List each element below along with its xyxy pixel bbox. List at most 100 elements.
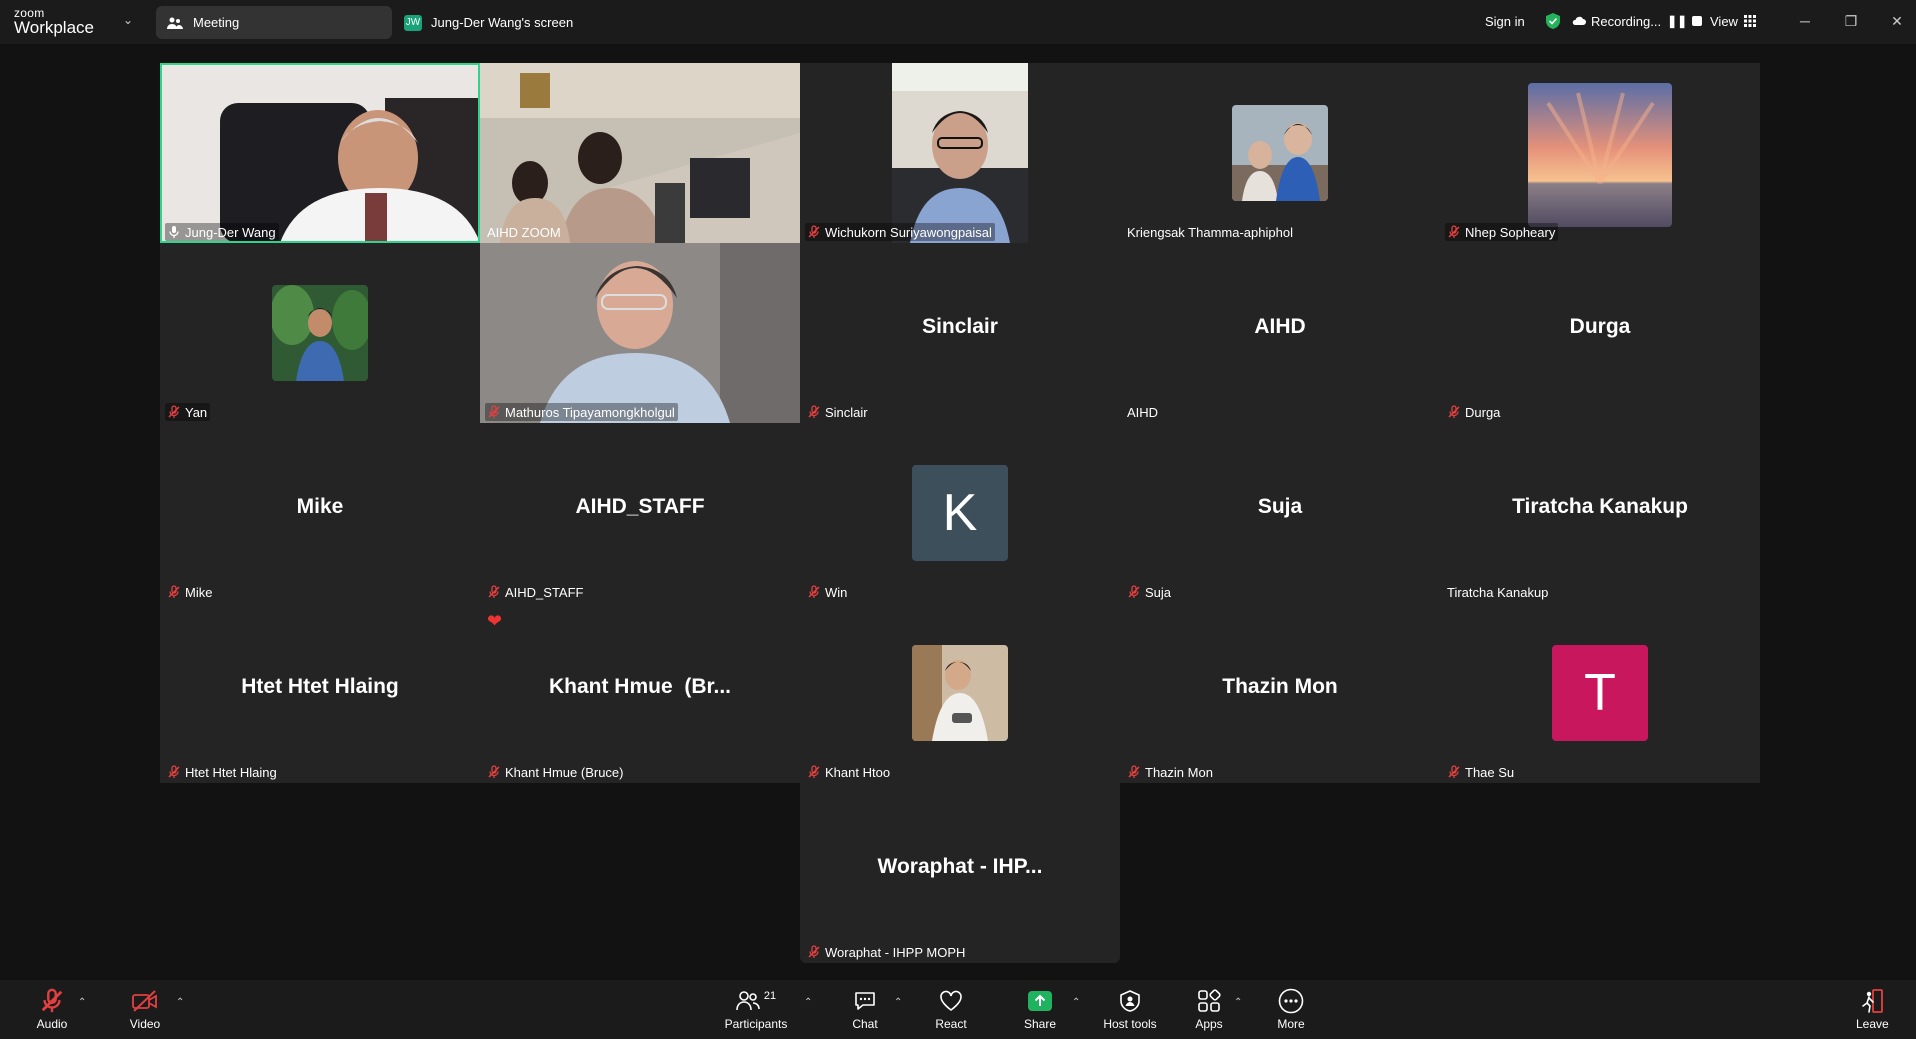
muted-mic-icon (1447, 225, 1461, 239)
participant-tile[interactable]: Jung-Der Wang (160, 63, 480, 243)
share-caret-icon[interactable]: ⌃ (1072, 997, 1080, 1008)
sign-in-link[interactable]: Sign in (1485, 10, 1525, 32)
participant-display-name: Woraphat - IHP... (877, 855, 1043, 878)
muted-mic-icon (1447, 405, 1461, 419)
avatar: T (1552, 645, 1648, 741)
recording-indicator[interactable]: Recording... ❚❚ (1572, 10, 1703, 32)
participants-button[interactable]: 21 Participants (722, 986, 790, 1036)
participant-tile[interactable]: AIHD_STAFF AIHD_STAFF (480, 423, 800, 603)
recording-label: Recording... (1591, 13, 1662, 29)
participant-tile[interactable]: Htet Htet Hlaing Htet Htet Hlaing (160, 603, 480, 783)
participant-name-label: Wichukorn Suriyawongpaisal (805, 223, 995, 241)
tab-meeting[interactable]: Meeting (156, 6, 392, 39)
participant-tile[interactable]: K Win (800, 423, 1120, 603)
apps-caret-icon[interactable]: ⌃ (1234, 997, 1242, 1008)
participant-display-name: Durga (1569, 315, 1631, 338)
participant-tile[interactable]: Khant Hmue (Br... Khant Hmue (Bruce) (480, 603, 800, 783)
participant-name: Wichukorn Suriyawongpaisal (825, 224, 992, 240)
participant-tile[interactable]: Mathuros Tipayamongkholgul (480, 243, 800, 423)
participants-caret-icon[interactable]: ⌃ (804, 997, 812, 1008)
participant-tile[interactable]: Durga Durga (1440, 243, 1760, 423)
participant-name: AIHD (1127, 404, 1159, 420)
heart-reaction-icon: ❤ (487, 611, 503, 631)
participant-tile[interactable]: AIHD ZOOM (480, 63, 800, 243)
participant-name-label: Jung-Der Wang (165, 223, 279, 241)
participant-display-name: AIHD (1254, 315, 1306, 338)
react-button[interactable]: React (934, 986, 968, 1036)
muted-mic-icon (1447, 765, 1461, 779)
participant-tile[interactable]: Woraphat - IHP... Woraphat - IHPP MOPH (800, 783, 1120, 963)
profile-photo (1232, 105, 1328, 201)
share-screen-icon (1024, 986, 1056, 1016)
pin-icon (167, 225, 181, 239)
encryption-shield-icon[interactable] (1544, 10, 1562, 32)
participant-display-name: AIHD_STAFF (575, 495, 705, 518)
pause-recording-icon[interactable]: ❚❚ (1667, 14, 1687, 28)
participant-tile[interactable]: Suja Suja (1120, 423, 1440, 603)
audio-button[interactable]: Audio (32, 986, 72, 1036)
participant-tile[interactable]: Khant Htoo (800, 603, 1120, 783)
participant-name-label: Nhep Sopheary (1445, 223, 1559, 241)
host-tools-button[interactable]: Host tools (1100, 986, 1160, 1036)
participant-name-label: AIHD (1125, 403, 1161, 421)
chat-caret-icon[interactable]: ⌃ (894, 997, 902, 1008)
audio-options-caret-icon[interactable]: ⌃ (78, 997, 86, 1008)
tab-screen-label: Jung-Der Wang's screen (431, 15, 574, 30)
participant-name: Nhep Sopheary (1465, 224, 1556, 240)
more-button[interactable]: More (1276, 986, 1306, 1036)
chat-button[interactable]: Chat (850, 986, 880, 1036)
restore-icon[interactable]: ❐ (1839, 10, 1863, 32)
participant-tile[interactable]: Kriengsak Thamma-aphiphol (1120, 63, 1440, 243)
participant-name-label: Htet Htet Hlaing (165, 763, 280, 781)
leave-button[interactable]: Leave (1856, 986, 1889, 1036)
close-icon[interactable]: ✕ (1885, 10, 1909, 32)
stop-recording-icon[interactable] (1692, 16, 1703, 26)
participant-name-label: Durga (1445, 403, 1503, 421)
view-button[interactable]: View (1710, 10, 1756, 32)
muted-mic-icon (487, 405, 501, 419)
participant-name: Jung-Der Wang (185, 224, 276, 240)
participant-name-label: Sinclair (805, 403, 871, 421)
participant-name-label: Tiratcha Kanakup (1445, 583, 1551, 601)
participant-name: Woraphat - IHPP MOPH (825, 944, 966, 960)
cloud-icon (1572, 16, 1586, 25)
participant-name: Thazin Mon (1145, 764, 1213, 780)
muted-mic-icon (487, 585, 501, 599)
participant-name-label: Mathuros Tipayamongkholgul (485, 403, 678, 421)
participant-video (480, 63, 800, 243)
participant-tile[interactable]: Wichukorn Suriyawongpaisal (800, 63, 1120, 243)
apps-button[interactable]: Apps (1194, 986, 1224, 1036)
muted-mic-icon (807, 225, 821, 239)
participant-display-name: Khant Hmue (Br... (548, 675, 732, 698)
chat-label: Chat (852, 1017, 878, 1031)
leave-icon (1856, 986, 1888, 1016)
muted-mic-icon (807, 405, 821, 419)
participant-display-name: Htet Htet Hlaing (241, 675, 399, 698)
participant-tile[interactable]: Thazin Mon Thazin Mon (1120, 603, 1440, 783)
participant-name-label: Yan (165, 403, 211, 421)
apps-icon (1194, 986, 1224, 1016)
tab-shared-screen[interactable]: JW Jung-Der Wang's screen (400, 6, 630, 39)
react-label: React (935, 1017, 967, 1031)
participant-tile[interactable]: Mike Mike (160, 423, 480, 603)
meeting-toolbar: Audio ⌃ Video ⌃ 21 Participants ⌃ Chat ⌃… (0, 980, 1916, 1039)
profile-photo (912, 645, 1008, 741)
participant-name-label: Win (805, 583, 850, 601)
video-options-caret-icon[interactable]: ⌃ (176, 997, 184, 1008)
chat-icon (850, 986, 880, 1016)
minimize-icon[interactable]: ─ (1793, 10, 1817, 32)
participant-tile[interactable]: Yan (160, 243, 480, 423)
share-button[interactable]: Share (1024, 986, 1056, 1036)
participant-name: Khant Hmue (Bruce) (505, 764, 624, 780)
video-off-icon (124, 986, 166, 1016)
video-button[interactable]: Video (124, 986, 166, 1036)
chevron-down-icon[interactable]: ⌄ (120, 13, 136, 29)
participant-tile[interactable]: Tiratcha Kanakup Tiratcha Kanakup (1440, 423, 1760, 603)
participant-tile[interactable]: Nhep Sopheary (1440, 63, 1760, 243)
participant-video (800, 63, 1120, 243)
participant-tile[interactable]: AIHD AIHD (1120, 243, 1440, 423)
participant-tile[interactable]: Sinclair Sinclair (800, 243, 1120, 423)
participant-display-name: Thazin Mon (1222, 675, 1338, 698)
participant-tile[interactable]: T Thae Su (1440, 603, 1760, 783)
participant-name: Win (825, 584, 848, 600)
